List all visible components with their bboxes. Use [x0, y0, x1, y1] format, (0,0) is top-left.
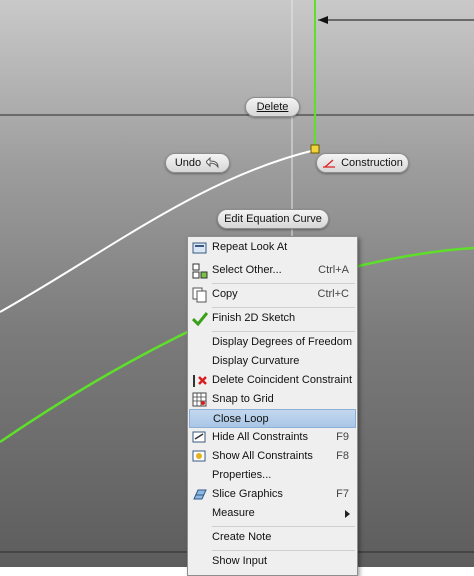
menu-item-properties[interactable]: Properties...: [189, 466, 356, 485]
edit-equation-curve-button[interactable]: Edit Equation Curve: [217, 209, 329, 229]
slice-graphics-icon: [193, 489, 207, 500]
sketch-canvas[interactable]: Delete Undo Construction Edit Equation C…: [0, 0, 474, 576]
menu-item-create-note[interactable]: Create Note: [189, 528, 356, 547]
copy-icon: [192, 287, 207, 303]
menu-item-repeat-look-at[interactable]: Repeat Look At: [189, 238, 356, 257]
menu-item-label: Properties...: [212, 469, 272, 481]
menu-separator: [212, 283, 355, 284]
undo-button[interactable]: Undo: [165, 153, 230, 173]
menu-item-label: Select Other...: [212, 264, 282, 276]
construction-label: Construction: [341, 157, 403, 169]
menu-item-label: Delete Coincident Constraint: [212, 374, 353, 386]
menu-item-display-degrees-of-freedom[interactable]: Display Degrees of Freedom: [189, 333, 356, 352]
menu-separator: [212, 550, 355, 551]
menu-item-snap-to-grid[interactable]: Snap to Grid: [189, 390, 356, 409]
menu-item-delete-coincident-constraint[interactable]: Delete Coincident Constraint: [189, 371, 356, 390]
menu-item-label: Repeat Look At: [212, 241, 288, 253]
menu-item-label: Snap to Grid: [212, 393, 274, 405]
menu-item-display-curvature[interactable]: Display Curvature: [189, 352, 356, 371]
look-at-icon: [192, 242, 207, 254]
menu-item-select-other[interactable]: Select Other... Ctrl+A: [189, 261, 356, 280]
undo-label: Undo: [174, 157, 202, 169]
menu-item-copy[interactable]: Copy Ctrl+C: [189, 285, 356, 304]
edit-equation-curve-label: Edit Equation Curve: [224, 213, 322, 225]
menu-item-label: Show All Constraints: [212, 450, 313, 462]
hide-constraints-icon: [192, 431, 206, 443]
menu-item-label: Show Input: [212, 555, 268, 567]
submenu-arrow-icon: [345, 510, 350, 518]
menu-item-slice-graphics[interactable]: Slice Graphics F7: [189, 485, 356, 504]
menu-item-label: Create Note: [212, 531, 272, 543]
context-menu: Repeat Look At Select Other... Ctrl+A Co…: [187, 236, 358, 576]
menu-item-label: Hide All Constraints: [212, 431, 308, 443]
menu-item-label: Finish 2D Sketch: [212, 312, 296, 324]
menu-item-close-loop[interactable]: Close Loop: [189, 409, 356, 428]
undo-arrow-icon: [206, 157, 219, 169]
menu-item-shortcut: Ctrl+A: [318, 264, 349, 276]
menu-item-measure[interactable]: Measure: [189, 504, 356, 523]
menu-item-label: Display Degrees of Freedom: [212, 336, 353, 348]
menu-item-shortcut: F8: [336, 450, 349, 462]
delete-label: Delete: [256, 101, 289, 113]
dimension-arrowhead: [318, 16, 328, 24]
menu-item-label: Slice Graphics: [212, 488, 283, 500]
menu-item-hide-all-constraints[interactable]: Hide All Constraints F9: [189, 428, 356, 447]
menu-separator: [212, 526, 355, 527]
menu-item-show-all-constraints[interactable]: Show All Constraints F8: [189, 447, 356, 466]
snap-grid-icon: [192, 392, 207, 407]
menu-item-shortcut: F9: [336, 431, 349, 443]
delete-button[interactable]: Delete: [245, 97, 300, 117]
construction-icon: [323, 159, 336, 168]
menu-item-show-input[interactable]: Show Input: [189, 552, 356, 571]
menu-item-label: Measure: [212, 507, 255, 519]
select-other-icon: [192, 263, 208, 279]
menu-item-shortcut: Ctrl+C: [317, 288, 349, 300]
endpoint-grip[interactable]: [310, 144, 320, 154]
menu-item-label: Display Curvature: [212, 355, 300, 367]
menu-item-finish-2d-sketch[interactable]: Finish 2D Sketch: [189, 309, 356, 328]
menu-separator: [212, 331, 355, 332]
construction-button[interactable]: Construction: [316, 153, 409, 173]
menu-item-shortcut: F7: [336, 488, 349, 500]
delete-constraint-icon: [193, 375, 207, 387]
menu-separator: [212, 307, 355, 308]
checkmark-icon: [192, 312, 208, 327]
menu-item-label: Close Loop: [213, 413, 269, 425]
show-constraints-icon: [192, 450, 206, 462]
menu-item-label: Copy: [212, 288, 238, 300]
